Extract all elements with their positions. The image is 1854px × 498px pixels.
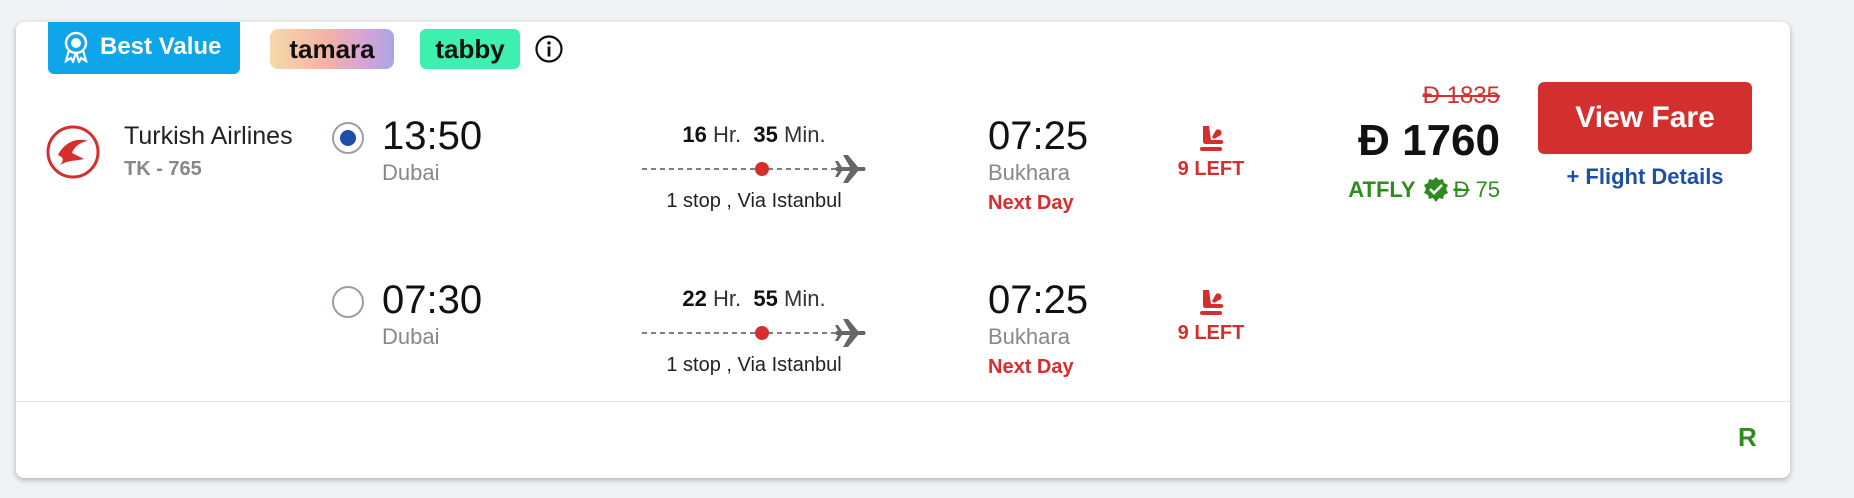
flight-result-card: Best Value tamara tabby Turkish Airlines… [16,22,1790,478]
seats-left: 9 LEFT [1177,322,1245,344]
plane-icon [835,319,866,347]
flight-number: TK - 765 [124,158,202,180]
duration: 16 Hr. 35 Min. [624,122,884,148]
promo-discount: ATFLY Đ 75 [1348,176,1500,204]
route-line [642,319,866,347]
seats-left: 9 LEFT [1177,158,1245,180]
arrival-city: Bukhara [988,160,1070,185]
turkish-airlines-logo [46,125,100,179]
plane-icon [835,155,866,183]
seat-icon [1200,126,1224,151]
duration: 22 Hr. 55 Min. [624,286,884,312]
currency-symbol: Đ [1453,177,1470,202]
view-fare-button[interactable]: View Fare [1538,82,1752,154]
seat-icon [1200,290,1224,315]
flight-option-radio[interactable] [332,286,364,318]
award-icon [64,31,88,63]
flight-option-radio[interactable] [332,122,364,154]
arrival-time: 07:25 [988,114,1089,158]
duration-hours: 16 [682,122,707,147]
minutes-label: Min. [784,122,826,147]
hours-label: Hr. [713,122,742,147]
verified-check-icon [1423,177,1448,202]
arrival-time: 07:25 [988,278,1089,322]
currency-symbol: Đ [1422,82,1440,109]
duration-minutes: 55 [753,286,778,311]
departure-city: Dubai [382,160,440,185]
promo-code: ATFLY [1348,177,1416,202]
promo-amount: 75 [1475,177,1500,202]
arrival-city: Bukhara [988,324,1070,349]
departure-time: 07:30 [382,278,483,322]
minutes-label: Min. [784,286,826,311]
route-line [642,155,866,183]
tabby-logo: tabby [420,29,520,69]
old-price: Đ 1835 [1423,82,1500,110]
best-value-label: Best Value [100,33,222,60]
departure-city: Dubai [382,324,440,349]
currency-symbol: Đ [1358,116,1390,165]
flight-details-link[interactable]: + Flight Details [1538,164,1752,190]
footer-letter: R [1738,422,1757,452]
next-day-label: Next Day [988,192,1074,214]
duration-hours: 22 [682,286,707,311]
airline-name: Turkish Airlines [124,122,293,150]
next-day-label: Next Day [988,356,1074,378]
current-price-value: 1760 [1402,116,1500,165]
duration-minutes: 35 [753,122,778,147]
stops-info: 1 stop , Via Istanbul [666,354,842,376]
current-price: Đ 1760 [1358,116,1500,166]
old-price-value: 1835 [1446,82,1500,109]
hours-label: Hr. [713,286,742,311]
tamara-logo: tamara [270,29,394,69]
departure-time: 13:50 [382,114,483,158]
divider [16,401,1790,402]
info-icon[interactable] [534,34,564,64]
stops-info: 1 stop , Via Istanbul [666,190,842,212]
best-value-badge: Best Value [48,22,240,74]
